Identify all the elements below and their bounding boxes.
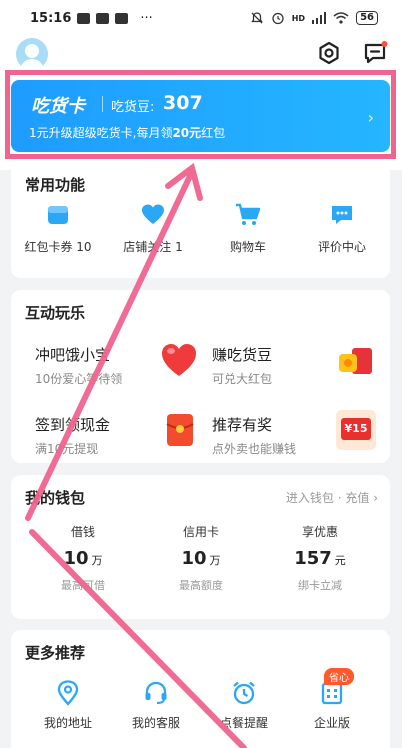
game-title: 赚吃货豆 xyxy=(212,346,273,364)
game-item-earn-beans[interactable]: 赚吃货豆 可兑大红包 xyxy=(212,344,392,404)
game-subtitle: 满10元提现 xyxy=(35,442,99,456)
wallet-item-number: 10 xyxy=(63,548,89,569)
chevron-right-icon: › xyxy=(367,108,374,127)
recommend-title: 更多推荐 xyxy=(25,644,86,662)
games-title: 互动玩乐 xyxy=(25,304,86,322)
my-address-entry[interactable]: 我的地址 xyxy=(24,680,112,731)
card-subtitle: 1元升级超级吃货卡,每月领20元红包 xyxy=(29,124,225,141)
game-subtitle: 10份爱心等待领 xyxy=(35,372,123,386)
notification-icon xyxy=(77,12,91,24)
wallet-item-title: 信用卡 xyxy=(182,525,219,539)
card-subtitle-suffix: 红包 xyxy=(201,126,226,140)
cart-entry[interactable]: 购物车 xyxy=(201,202,295,255)
order-reminder-entry[interactable]: 点餐提醒 xyxy=(200,680,288,731)
my-service-entry[interactable]: 我的客服 xyxy=(112,680,200,731)
wallet-enter-label: 进入钱包 · 充值 xyxy=(285,491,370,505)
headset-icon xyxy=(145,681,167,704)
header-bar xyxy=(0,36,402,70)
review-center-label: 评价中心 xyxy=(317,240,366,254)
wallet-discount[interactable]: 享优惠 157 元 绑卡立减 xyxy=(260,523,380,593)
alarm-icon xyxy=(233,681,255,705)
heart-3d-icon xyxy=(162,344,196,376)
delete-notification-icon xyxy=(96,12,110,24)
wallet-item-title: 享优惠 xyxy=(301,525,338,539)
coupon-icon xyxy=(48,206,68,224)
game-item-chongba[interactable]: 冲吧饿小宝 10份爱心等待领 xyxy=(35,344,215,404)
card-subtitle-highlight: 20元 xyxy=(172,126,202,140)
red-envelope-icon xyxy=(166,414,194,446)
recommend-panel: 更多推荐 我的地址 我的客服 点餐提醒 省心 企业版 xyxy=(11,630,390,748)
review-icon xyxy=(332,206,352,224)
bean-bag-icon xyxy=(339,348,372,374)
game-item-signin-cash[interactable]: 签到领现金 满10元提现 xyxy=(35,414,215,474)
signal-icon xyxy=(312,12,327,24)
wallet-item-value: 10 万 xyxy=(23,548,143,569)
my-service-label: 我的客服 xyxy=(131,716,180,730)
common-functions-panel: 常用功能 红包卡券 10 店铺关注 1 购物车 评价中心 xyxy=(11,170,390,278)
followed-stores-label: 店铺关注 1 xyxy=(123,240,183,254)
wallet-item-number: 157 xyxy=(294,548,332,569)
coupons-label: 红包卡券 10 xyxy=(24,240,92,254)
status-time: 15:16 xyxy=(30,10,72,26)
wallet-enter-link[interactable]: 进入钱包 · 充值 › xyxy=(286,489,378,506)
common-functions-title: 常用功能 xyxy=(25,176,86,194)
wallet-item-subtitle: 绑卡立减 xyxy=(298,579,342,592)
bean-label: 吃货豆: xyxy=(111,100,155,115)
cart-label: 购物车 xyxy=(229,240,266,254)
heart-icon xyxy=(142,204,164,224)
wallet-item-unit: 万 xyxy=(209,554,221,567)
card-subtitle-prefix: 1元升级超级吃货卡,每月领 xyxy=(29,126,173,140)
status-bar: 15:16 ··· HD 56 xyxy=(0,0,402,36)
wallet-item-number: 10 xyxy=(181,548,207,569)
alarm-status-icon xyxy=(272,12,284,25)
enterprise-entry[interactable]: 省心 企业版 xyxy=(288,668,376,731)
reward-envelope-icon: ¥15 xyxy=(336,410,376,450)
foodie-card[interactable]: 吃货卡 吃货豆: 307 1元升级超级吃货卡,每月领20元红包 › xyxy=(11,80,390,152)
location-icon xyxy=(57,680,79,706)
coupons-entry[interactable]: 红包卡券 10 xyxy=(11,202,105,255)
wallet-item-unit: 万 xyxy=(91,554,103,567)
game-subtitle: 可兑大红包 xyxy=(212,372,273,386)
card-title: 吃货卡 xyxy=(31,96,85,117)
battery-indicator: 56 xyxy=(356,11,378,25)
bean-value: 307 xyxy=(163,92,203,114)
game-title: 推荐有奖 xyxy=(212,416,273,434)
wallet-item-value: 10 万 xyxy=(141,548,261,569)
game-title: 冲吧饿小宝 xyxy=(35,346,111,364)
review-center-entry[interactable]: 评价中心 xyxy=(295,202,389,255)
wallet-loan[interactable]: 借钱 10 万 最高可借 xyxy=(23,523,143,593)
wallet-item-title: 借钱 xyxy=(70,525,95,539)
more-notifications-icon: ··· xyxy=(140,10,153,26)
network-type-label: HD xyxy=(291,13,306,23)
my-address-label: 我的地址 xyxy=(43,716,92,730)
wallet-credit-card[interactable]: 信用卡 10 万 最高额度 xyxy=(141,523,261,593)
wallet-item-unit: 元 xyxy=(334,554,346,567)
wallet-item-subtitle: 最高额度 xyxy=(179,579,223,592)
wallet-item-value: 157 元 xyxy=(260,548,380,569)
games-panel: 互动玩乐 冲吧饿小宝 10份爱心等待领 赚吃货豆 可兑大红包 签到领现金 满10… xyxy=(11,290,390,463)
settings-hex-icon[interactable] xyxy=(316,40,342,66)
wallet-title: 我的钱包 xyxy=(25,489,86,507)
enterprise-label: 企业版 xyxy=(313,716,350,730)
avatar[interactable] xyxy=(16,38,48,70)
cart-icon xyxy=(236,203,261,225)
enterprise-badge: 省心 xyxy=(324,668,354,685)
clipboard-icon xyxy=(115,12,129,24)
followed-stores-entry[interactable]: 店铺关注 1 xyxy=(106,202,200,255)
order-reminder-label: 点餐提醒 xyxy=(219,716,268,730)
mute-icon xyxy=(251,12,263,24)
wifi-icon xyxy=(333,12,349,24)
wallet-item-subtitle: 最高可借 xyxy=(61,579,105,592)
game-title: 签到领现金 xyxy=(35,416,111,434)
message-icon[interactable] xyxy=(362,40,388,66)
wallet-panel: 我的钱包 进入钱包 · 充值 › 借钱 10 万 最高可借 信用卡 10 万 最高额… xyxy=(11,475,390,619)
game-subtitle: 点外卖也能赚钱 xyxy=(212,442,297,456)
reward-amount-tag: ¥15 xyxy=(341,418,371,440)
game-item-referral[interactable]: 推荐有奖 点外卖也能赚钱 ¥15 xyxy=(212,410,392,474)
